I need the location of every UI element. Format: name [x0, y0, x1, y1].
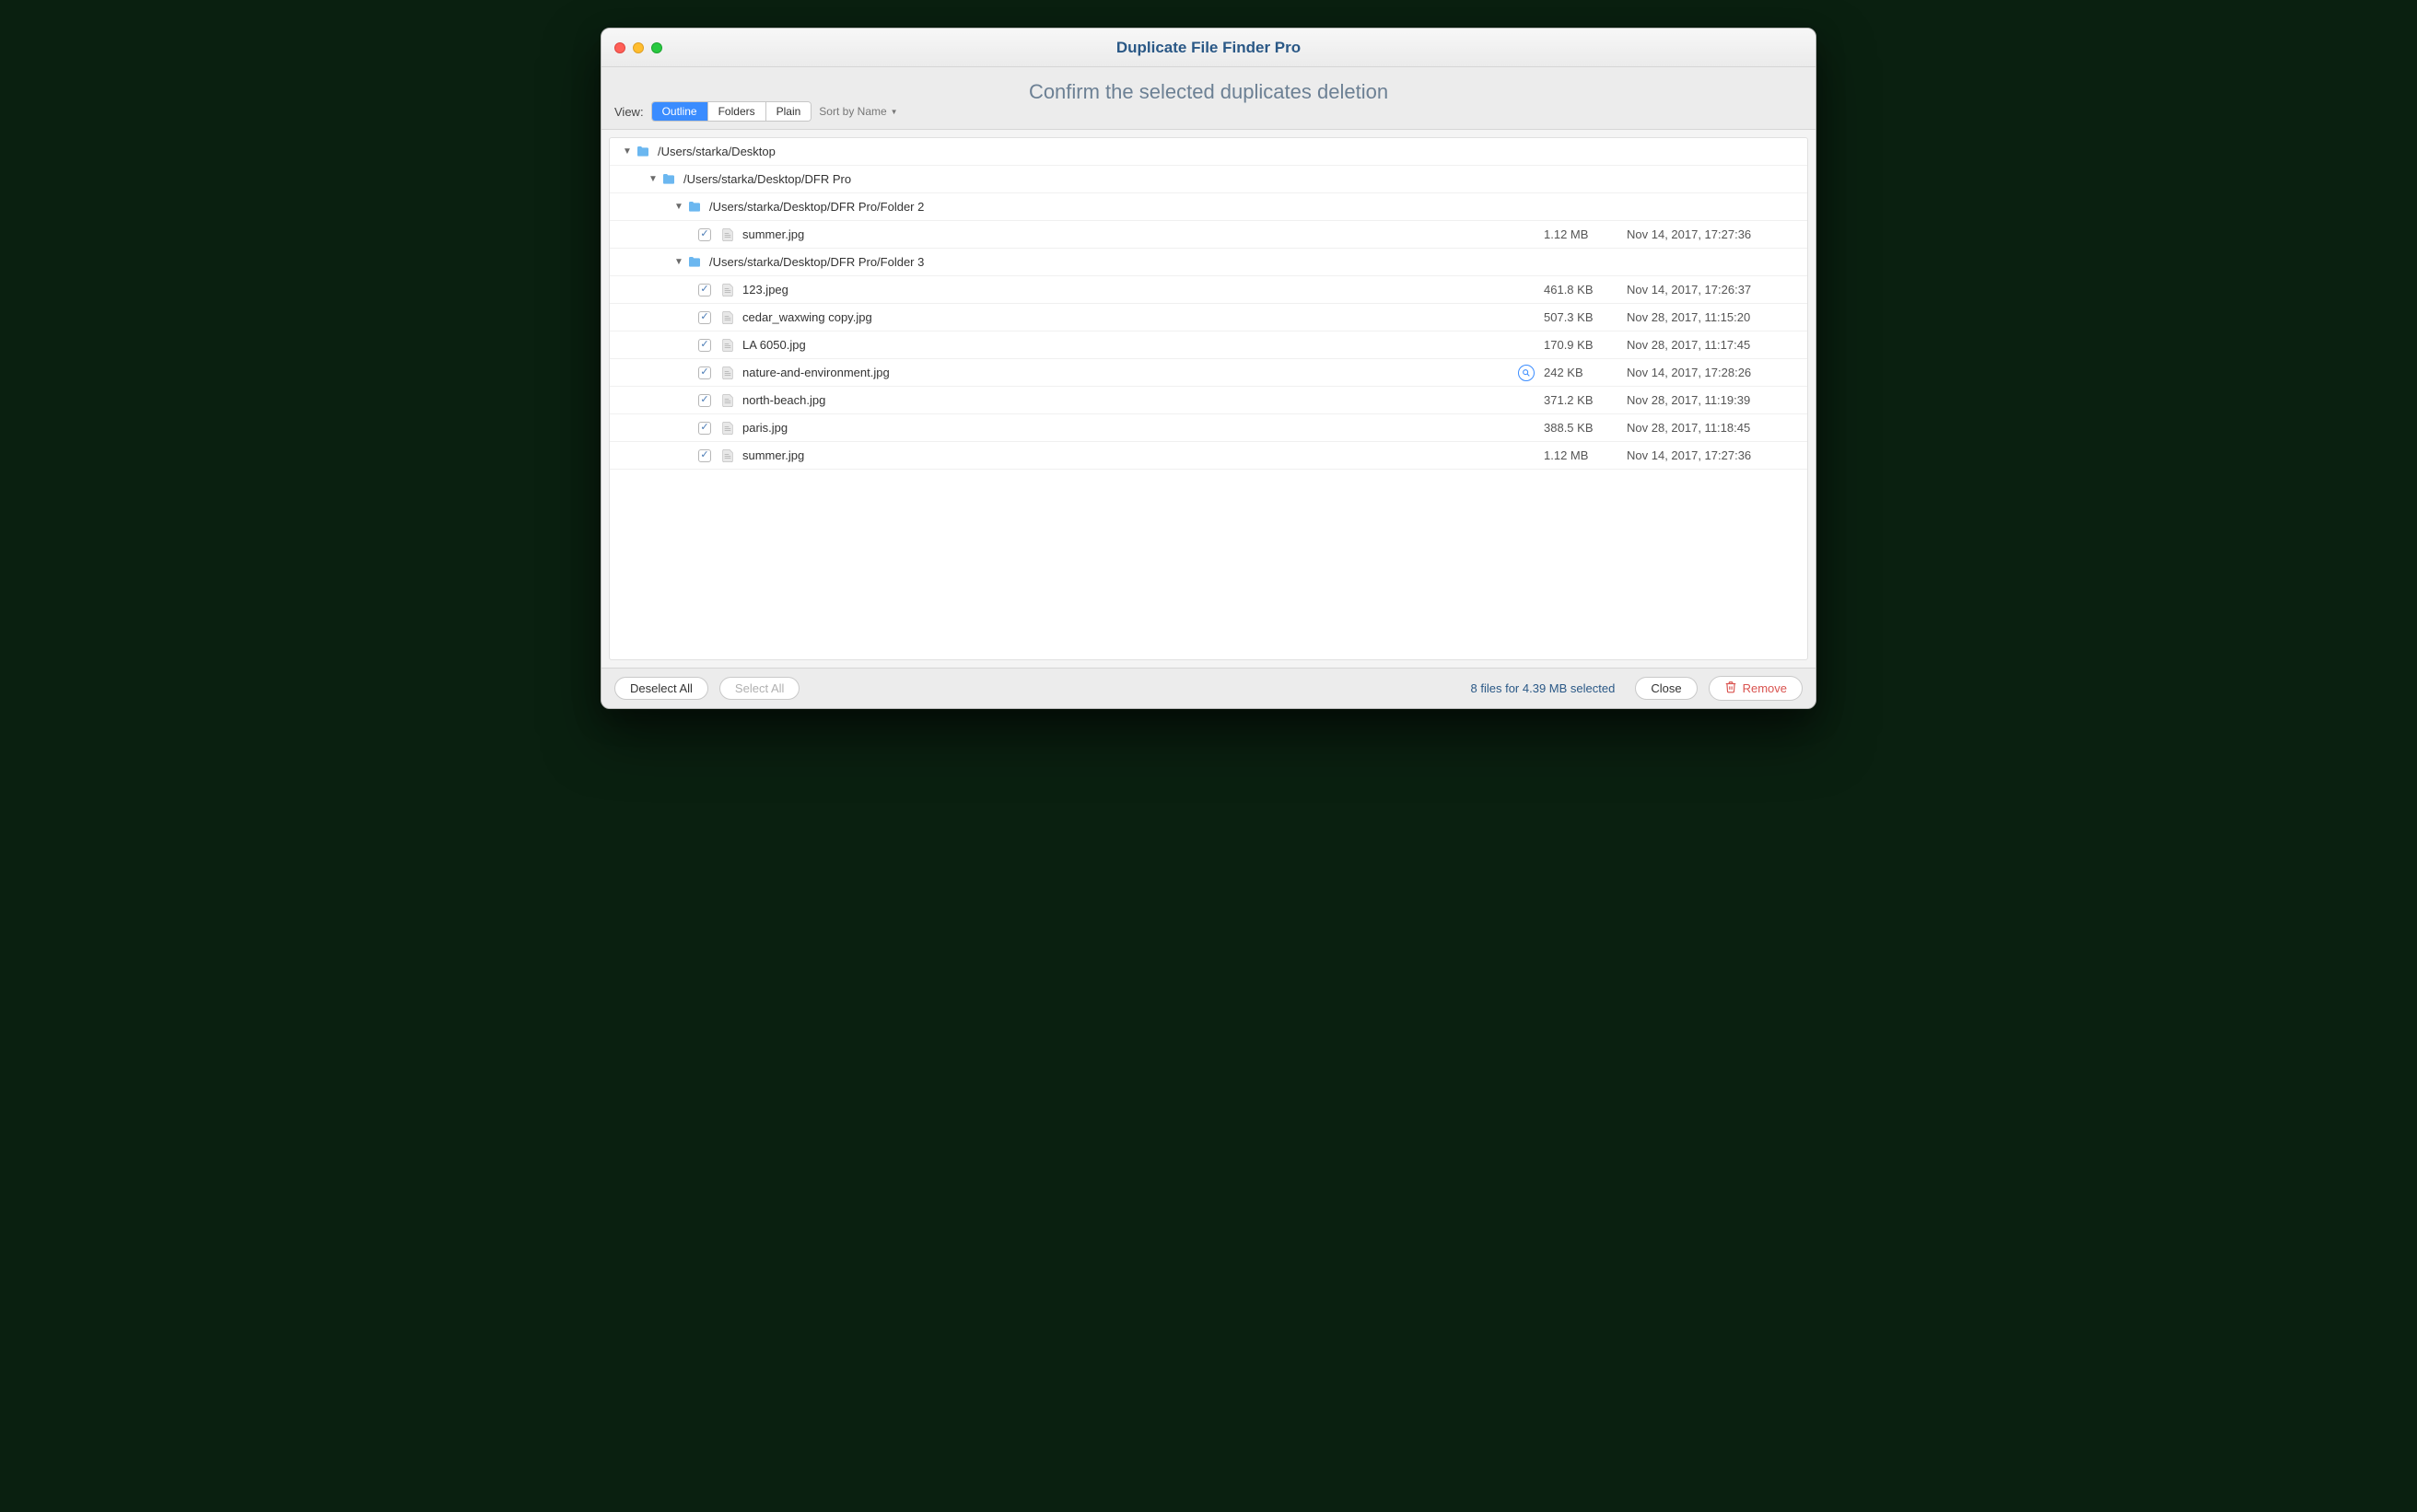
- file-name: 123.jpeg: [742, 283, 1544, 297]
- view-mode-folders[interactable]: Folders: [708, 102, 766, 121]
- file-checkbox[interactable]: [698, 366, 711, 379]
- select-all-button[interactable]: Select All: [719, 677, 800, 700]
- view-mode-segmented[interactable]: OutlineFoldersPlain: [651, 101, 812, 122]
- disclosure-triangle-icon[interactable]: ▼: [672, 256, 685, 269]
- folder-path: /Users/starka/Desktop/DFR Pro/Folder 2: [709, 200, 1792, 214]
- file-name: cedar_waxwing copy.jpg: [742, 310, 1544, 324]
- close-window-button[interactable]: [614, 42, 625, 53]
- file-size: 242 KB: [1544, 366, 1627, 379]
- file-size: 1.12 MB: [1544, 227, 1627, 241]
- file-name: nature-and-environment.jpg: [742, 366, 1518, 379]
- remove-label: Remove: [1743, 681, 1787, 695]
- close-button[interactable]: Close: [1635, 677, 1697, 700]
- toolbar: Confirm the selected duplicates deletion…: [601, 67, 1816, 130]
- file-checkbox[interactable]: [698, 422, 711, 435]
- file-name: north-beach.jpg: [742, 393, 1544, 407]
- file-date: Nov 28, 2017, 11:19:39: [1627, 393, 1792, 407]
- file-size: 388.5 KB: [1544, 421, 1627, 435]
- sort-dropdown[interactable]: Sort by Name ▼: [819, 105, 897, 118]
- file-tree[interactable]: ▼ /Users/starka/Desktop ▼ /Users/starka/Des…: [609, 137, 1808, 660]
- file-row[interactable]: paris.jpg388.5 KBNov 28, 2017, 11:18:45: [610, 414, 1807, 442]
- quicklook-icon[interactable]: [1518, 365, 1535, 381]
- file-checkbox[interactable]: [698, 228, 711, 241]
- file-name: summer.jpg: [742, 227, 1544, 241]
- folder-row[interactable]: ▼ /Users/starka/Desktop: [610, 138, 1807, 166]
- file-size: 507.3 KB: [1544, 310, 1627, 324]
- file-checkbox[interactable]: [698, 311, 711, 324]
- folder-path: /Users/starka/Desktop/DFR Pro/Folder 3: [709, 255, 1792, 269]
- file-checkbox[interactable]: [698, 449, 711, 462]
- file-icon: [720, 366, 735, 380]
- maximize-window-button[interactable]: [651, 42, 662, 53]
- file-row[interactable]: nature-and-environment.jpg 242 KBNov 14, …: [610, 359, 1807, 387]
- file-row[interactable]: cedar_waxwing copy.jpg507.3 KBNov 28, 20…: [610, 304, 1807, 331]
- app-window: Duplicate File Finder Pro Confirm the se…: [601, 28, 1816, 709]
- folder-path: /Users/starka/Desktop/DFR Pro: [683, 172, 1792, 186]
- view-controls: View: OutlineFoldersPlain Sort by Name ▼: [614, 101, 898, 122]
- file-icon: [720, 227, 735, 242]
- disclosure-triangle-icon[interactable]: ▼: [647, 173, 660, 186]
- file-date: Nov 14, 2017, 17:26:37: [1627, 283, 1792, 297]
- sort-label: Sort by Name: [819, 105, 886, 118]
- file-date: Nov 14, 2017, 17:27:36: [1627, 448, 1792, 462]
- folder-icon: [661, 172, 676, 187]
- file-icon: [720, 393, 735, 408]
- file-size: 371.2 KB: [1544, 393, 1627, 407]
- folder-icon: [687, 255, 702, 270]
- trash-icon: [1724, 680, 1737, 696]
- file-row[interactable]: north-beach.jpg371.2 KBNov 28, 2017, 11:…: [610, 387, 1807, 414]
- file-date: Nov 28, 2017, 11:18:45: [1627, 421, 1792, 435]
- minimize-window-button[interactable]: [633, 42, 644, 53]
- file-name: summer.jpg: [742, 448, 1544, 462]
- file-row[interactable]: LA 6050.jpg170.9 KBNov 28, 2017, 11:17:4…: [610, 331, 1807, 359]
- file-size: 170.9 KB: [1544, 338, 1627, 352]
- titlebar: Duplicate File Finder Pro: [601, 29, 1816, 67]
- deselect-all-button[interactable]: Deselect All: [614, 677, 708, 700]
- file-date: Nov 14, 2017, 17:27:36: [1627, 227, 1792, 241]
- file-size: 1.12 MB: [1544, 448, 1627, 462]
- folder-row[interactable]: ▼ /Users/starka/Desktop/DFR Pro: [610, 166, 1807, 193]
- view-label: View:: [614, 105, 644, 119]
- file-date: Nov 28, 2017, 11:17:45: [1627, 338, 1792, 352]
- traffic-lights: [601, 42, 662, 53]
- file-row[interactable]: 123.jpeg461.8 KBNov 14, 2017, 17:26:37: [610, 276, 1807, 304]
- view-mode-plain[interactable]: Plain: [766, 102, 812, 121]
- file-checkbox[interactable]: [698, 394, 711, 407]
- file-name: LA 6050.jpg: [742, 338, 1544, 352]
- file-checkbox[interactable]: [698, 284, 711, 297]
- file-row[interactable]: summer.jpg1.12 MBNov 14, 2017, 17:27:36: [610, 442, 1807, 470]
- file-icon: [720, 338, 735, 353]
- selection-status: 8 files for 4.39 MB selected: [1471, 681, 1616, 695]
- folder-path: /Users/starka/Desktop: [658, 145, 1792, 158]
- file-date: Nov 28, 2017, 11:15:20: [1627, 310, 1792, 324]
- page-subtitle: Confirm the selected duplicates deletion: [601, 67, 1816, 104]
- disclosure-triangle-icon[interactable]: ▼: [621, 145, 634, 158]
- file-icon: [720, 448, 735, 463]
- file-size: 461.8 KB: [1544, 283, 1627, 297]
- file-row[interactable]: summer.jpg1.12 MBNov 14, 2017, 17:27:36: [610, 221, 1807, 249]
- folder-row[interactable]: ▼ /Users/starka/Desktop/DFR Pro/Folder 2: [610, 193, 1807, 221]
- disclosure-triangle-icon[interactable]: ▼: [672, 201, 685, 214]
- file-icon: [720, 310, 735, 325]
- window-title: Duplicate File Finder Pro: [601, 39, 1816, 57]
- file-icon: [720, 421, 735, 436]
- file-checkbox[interactable]: [698, 339, 711, 352]
- folder-row[interactable]: ▼ /Users/starka/Desktop/DFR Pro/Folder 3: [610, 249, 1807, 276]
- file-icon: [720, 283, 735, 297]
- remove-button[interactable]: Remove: [1709, 676, 1803, 701]
- folder-icon: [636, 145, 650, 159]
- folder-icon: [687, 200, 702, 215]
- footer: Deselect All Select All 8 files for 4.39…: [601, 668, 1816, 708]
- file-date: Nov 14, 2017, 17:28:26: [1627, 366, 1792, 379]
- chevron-down-icon: ▼: [891, 108, 898, 116]
- file-name: paris.jpg: [742, 421, 1544, 435]
- view-mode-outline[interactable]: Outline: [652, 102, 708, 121]
